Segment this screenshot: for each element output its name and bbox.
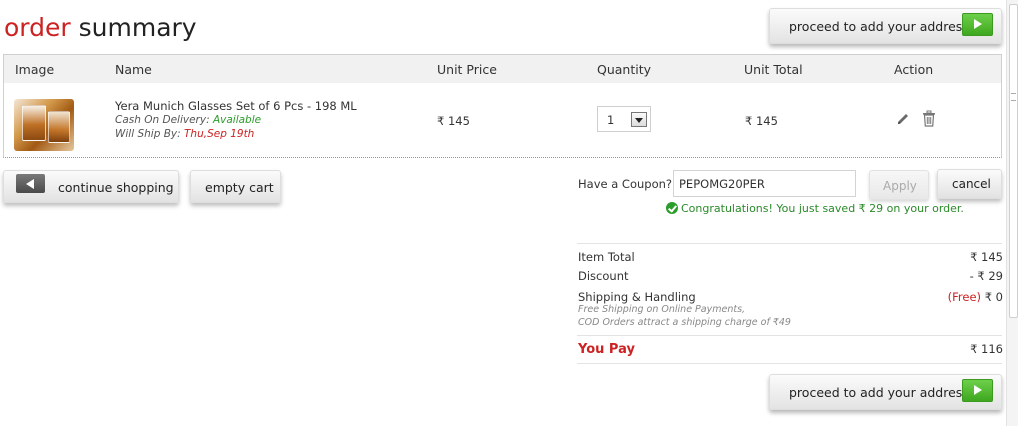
edit-icon[interactable] bbox=[895, 111, 911, 127]
column-header-unit-price: Unit Price bbox=[437, 62, 497, 77]
proceed-button-label: proceed to add your address bbox=[789, 385, 969, 400]
cod-status: Cash On Delivery: Available bbox=[115, 114, 261, 126]
column-header-action: Action bbox=[894, 62, 934, 77]
product-name[interactable]: Yera Munich Glasses Set of 6 Pcs - 198 M… bbox=[115, 99, 357, 113]
discount-label: Discount bbox=[578, 269, 629, 283]
summary-divider bbox=[577, 335, 1002, 336]
coupon-label: Have a Coupon? bbox=[578, 177, 673, 191]
coupon-input[interactable] bbox=[673, 170, 856, 197]
you-pay-label: You Pay bbox=[578, 342, 635, 357]
empty-cart-label: empty cart bbox=[205, 180, 274, 195]
you-pay-value: ₹ 116 bbox=[970, 342, 1003, 356]
scrollbar-grip bbox=[1011, 93, 1016, 101]
continue-shopping-button[interactable]: continue shopping bbox=[3, 170, 179, 203]
page-title: order summary bbox=[4, 12, 197, 44]
unit-total: ₹ 145 bbox=[745, 114, 778, 128]
scrollbar-thumb[interactable] bbox=[1009, 4, 1018, 318]
summary-divider bbox=[577, 243, 1002, 244]
proceed-button-label: proceed to add your address bbox=[789, 19, 969, 34]
summary-divider bbox=[577, 363, 1002, 364]
play-arrow-icon bbox=[962, 13, 993, 36]
item-total-value: ₹ 145 bbox=[970, 250, 1003, 264]
item-total-label: Item Total bbox=[578, 250, 635, 264]
unit-price: ₹ 145 bbox=[437, 114, 470, 128]
shipping-note-cod: COD Orders attract a shipping charge of … bbox=[578, 317, 791, 328]
cart-table: Image Name Unit Price Quantity Unit Tota… bbox=[3, 54, 1002, 158]
quantity-select[interactable]: 1 bbox=[597, 106, 651, 132]
cod-value: Available bbox=[212, 114, 262, 126]
chevron-down-icon[interactable] bbox=[631, 112, 647, 127]
coupon-success-message: Congratulations! You just saved ₹ 29 on … bbox=[666, 202, 964, 215]
ship-date: Thu,Sep 19th bbox=[184, 128, 255, 140]
cancel-label: cancel bbox=[952, 177, 991, 191]
apply-label: Apply bbox=[883, 179, 917, 193]
proceed-to-address-button-top[interactable]: proceed to add your address bbox=[769, 8, 1002, 44]
shipping-value-group: (Free) ₹ 0 bbox=[948, 290, 1003, 304]
page-title-rest: summary bbox=[78, 13, 197, 42]
trash-icon[interactable] bbox=[921, 110, 937, 127]
check-circle-icon bbox=[666, 202, 678, 214]
cancel-coupon-button[interactable]: cancel bbox=[937, 169, 1002, 199]
continue-shopping-label: continue shopping bbox=[58, 180, 174, 195]
discount-value: - ₹ 29 bbox=[969, 269, 1003, 283]
column-header-unit-total: Unit Total bbox=[744, 62, 803, 77]
back-arrow-icon bbox=[16, 174, 45, 193]
product-image[interactable] bbox=[14, 99, 74, 151]
table-header: Image Name Unit Price Quantity Unit Tota… bbox=[4, 55, 1001, 83]
shipping-value: ₹ 0 bbox=[984, 290, 1003, 304]
ship-by: Will Ship By: Thu,Sep 19th bbox=[115, 128, 254, 140]
quantity-value: 1 bbox=[607, 113, 615, 127]
column-header-image: Image bbox=[15, 62, 55, 77]
column-header-name: Name bbox=[115, 62, 152, 77]
shipping-free-tag: (Free) bbox=[947, 290, 982, 304]
cod-label: Cash On Delivery: bbox=[115, 114, 210, 126]
play-arrow-icon bbox=[962, 379, 993, 402]
empty-cart-button[interactable]: empty cart bbox=[190, 170, 281, 203]
apply-coupon-button[interactable]: Apply bbox=[869, 170, 929, 200]
page-title-accent: order bbox=[4, 13, 71, 42]
column-header-quantity: Quantity bbox=[597, 62, 652, 77]
vertical-scrollbar[interactable] bbox=[1006, 0, 1018, 426]
shipping-label: Shipping & Handling bbox=[578, 290, 696, 304]
coupon-success-text: Congratulations! You just saved ₹ 29 on … bbox=[681, 202, 964, 215]
ship-label: Will Ship By: bbox=[115, 128, 181, 140]
proceed-to-address-button-bottom[interactable]: proceed to add your address bbox=[769, 374, 1002, 410]
shipping-note-online: Free Shipping on Online Payments, bbox=[578, 304, 746, 315]
